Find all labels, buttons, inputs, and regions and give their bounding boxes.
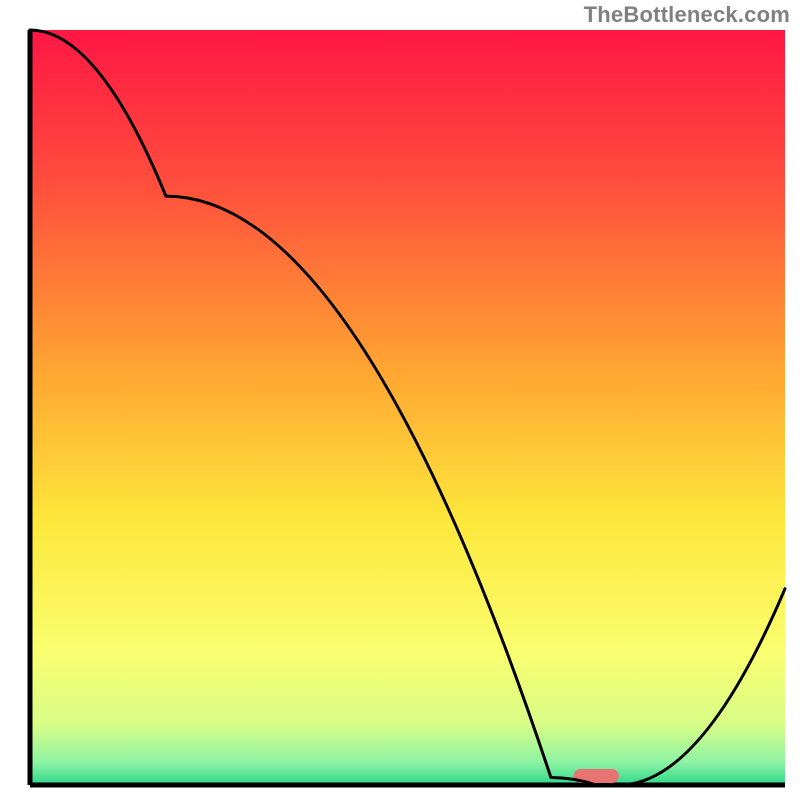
bottleneck-chart [0, 0, 800, 800]
chart-container: TheBottleneck.com [0, 0, 800, 800]
